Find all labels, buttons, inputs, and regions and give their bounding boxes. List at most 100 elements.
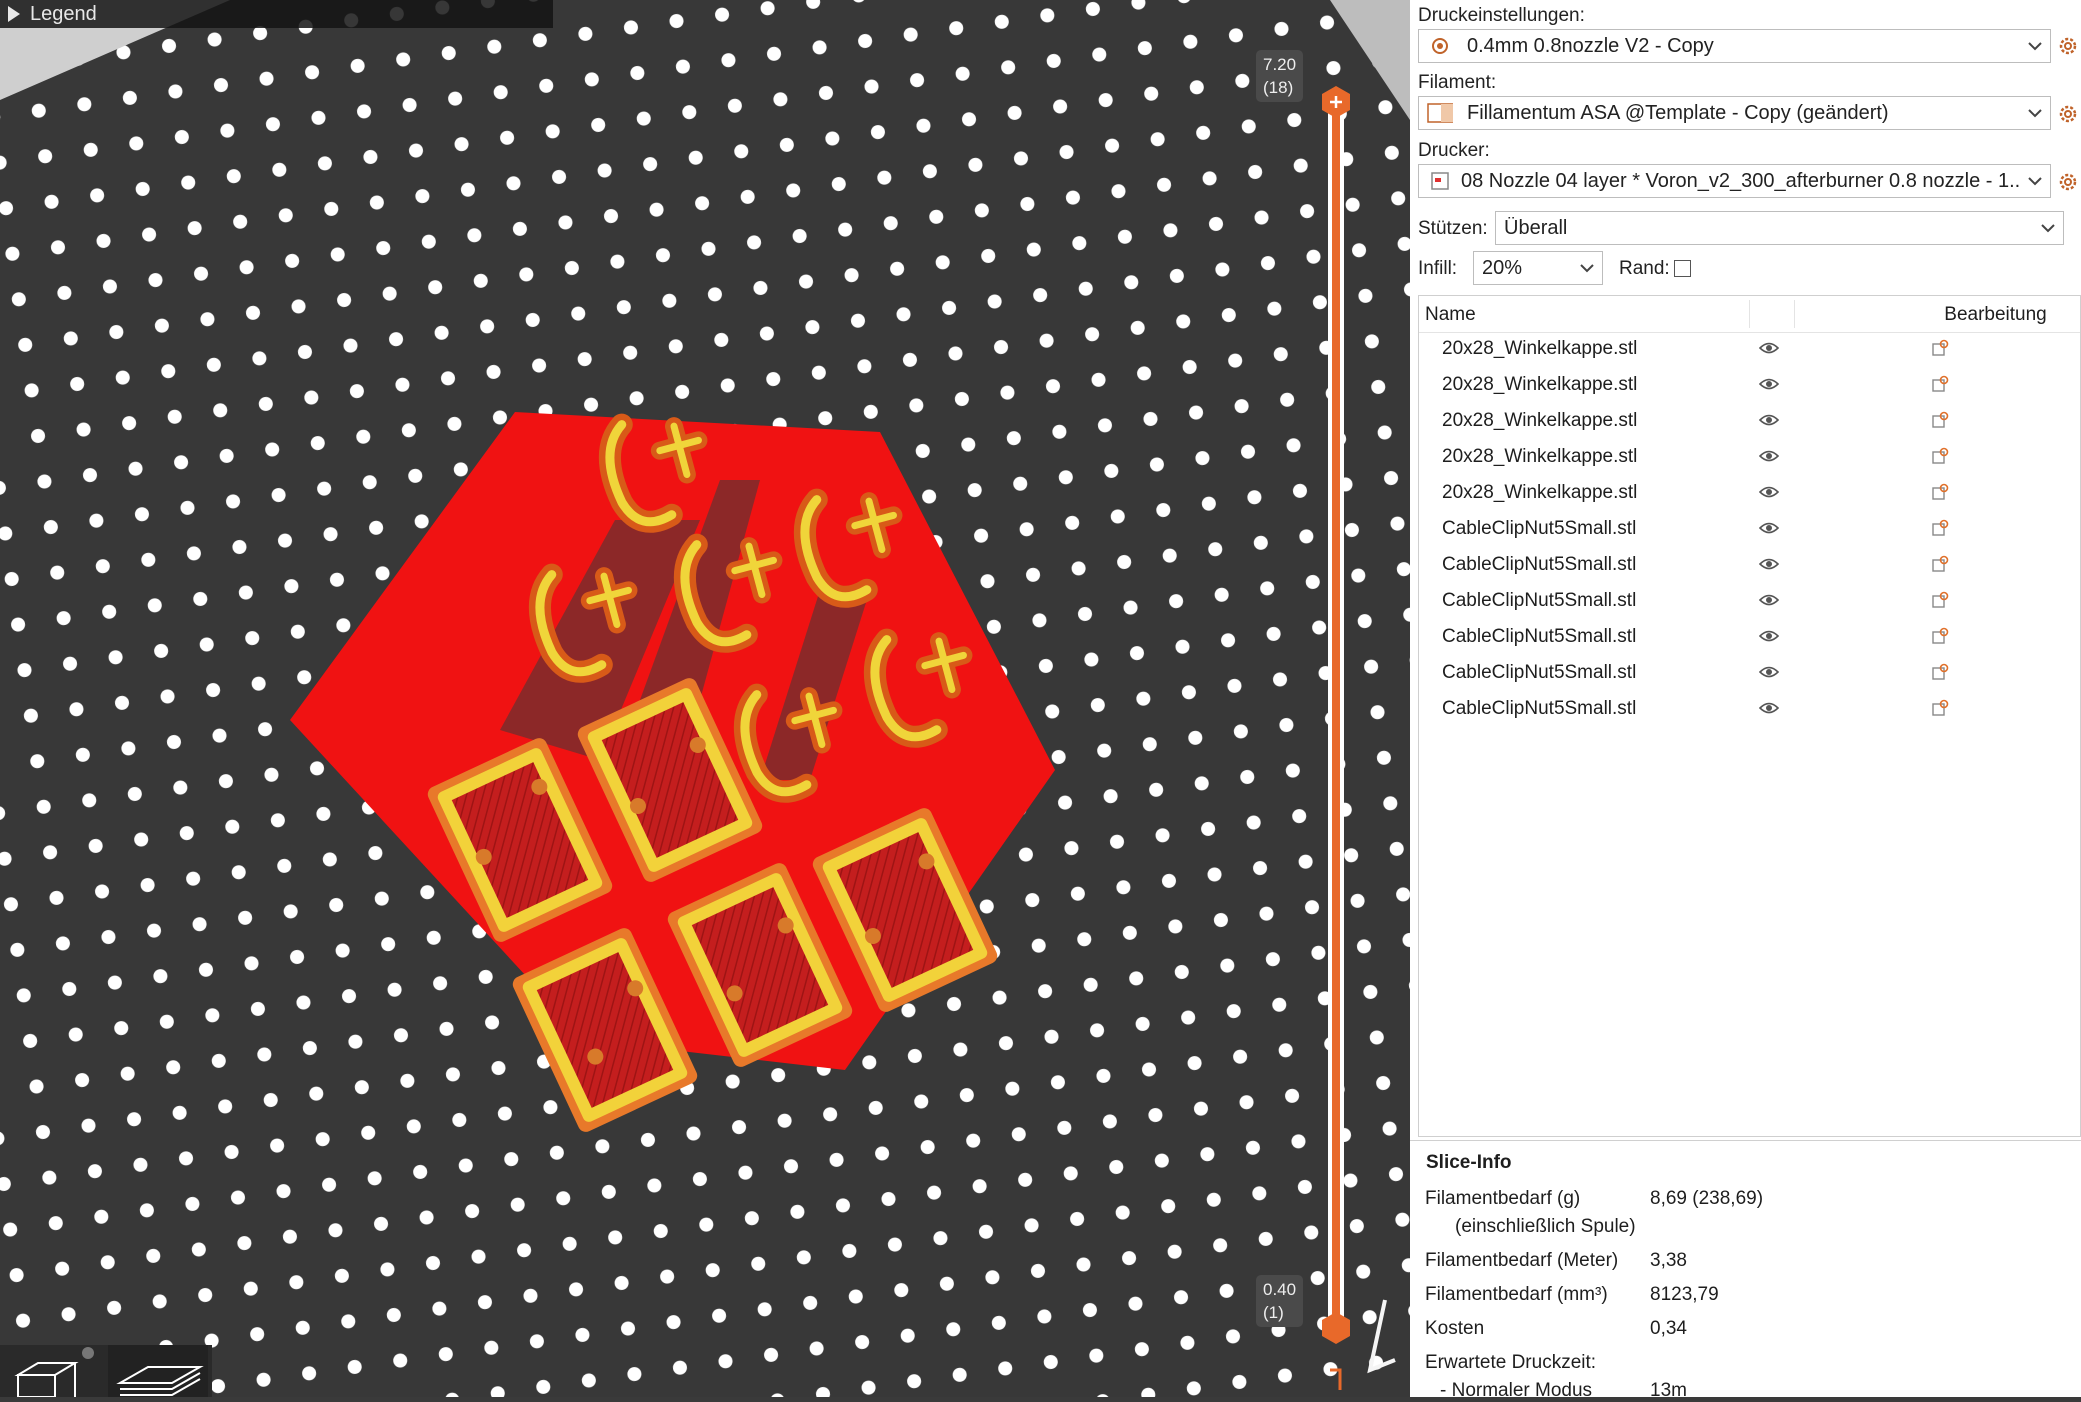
printer-combo[interactable]: 08 Nozzle 04 layer * Voron_v2_300_afterb… <box>1418 164 2051 198</box>
edit-settings-icon[interactable] <box>1931 627 1949 645</box>
chevron-down-icon <box>2020 41 2050 51</box>
object-name: CableClipNut5Small.stl <box>1442 590 1637 611</box>
print-settings-icon <box>1427 35 1453 57</box>
normal-mode-label: - Normaler Modus <box>1440 1380 1593 1401</box>
edit-settings-icon[interactable] <box>1931 591 1949 609</box>
eye-icon[interactable] <box>1759 413 1779 427</box>
list-item[interactable]: CableClipNut5Small.stl <box>1419 548 2080 584</box>
list-item[interactable]: CableClipNut5Small.stl <box>1419 692 2080 728</box>
eye-icon[interactable] <box>1759 377 1779 391</box>
edit-settings-icon[interactable] <box>1931 447 1949 465</box>
filament-combo[interactable]: Fillamentum ASA @Template - Copy (geände… <box>1418 96 2051 130</box>
object-name: 20x28_Winkelkappe.stl <box>1442 482 1638 503</box>
list-item[interactable]: CableClipNut5Small.stl <box>1419 584 2080 620</box>
eye-icon[interactable] <box>1759 593 1779 607</box>
list-item[interactable]: 20x28_Winkelkappe.stl <box>1419 332 2080 368</box>
edit-settings-icon[interactable] <box>1931 663 1949 681</box>
view-toolbar <box>0 1345 212 1397</box>
cost-label: Kosten <box>1425 1318 1485 1339</box>
edit-settings-icon[interactable] <box>1931 483 1949 501</box>
list-item[interactable]: 20x28_Winkelkappe.stl <box>1419 368 2080 404</box>
printer-label: Drucker: <box>1418 140 1490 161</box>
filament-g-value: 8,69 (238,69) <box>1650 1188 1764 1209</box>
supports-value: Überall <box>1504 216 1568 239</box>
settings-panel: Druckeinstellungen: 0.4mm 0.8nozzle V2 -… <box>1410 0 2081 1401</box>
object-name: 20x28_Winkelkappe.stl <box>1442 410 1638 431</box>
list-item[interactable]: 20x28_Winkelkappe.stl <box>1419 440 2080 476</box>
gear-icon[interactable] <box>2058 172 2078 192</box>
cost-value: 0,34 <box>1650 1318 1687 1339</box>
brim-checkbox[interactable] <box>1674 260 1691 277</box>
object-name: 20x28_Winkelkappe.stl <box>1442 338 1638 359</box>
bottom-layer-number: (1) <box>1263 1303 1284 1322</box>
filament-value: Fillamentum ASA @Template - Copy (geände… <box>1467 101 1889 124</box>
object-name: 20x28_Winkelkappe.stl <box>1442 374 1638 395</box>
brim-label: Rand: <box>1619 258 1670 279</box>
object-list-header: Name Bearbeitung <box>1419 296 2080 333</box>
eye-icon[interactable] <box>1759 665 1779 679</box>
filament-g-sublabel: (einschließlich Spule) <box>1455 1216 1636 1237</box>
edit-settings-icon[interactable] <box>1931 339 1949 357</box>
list-item[interactable]: 20x28_Winkelkappe.stl <box>1419 404 2080 440</box>
chevron-down-icon <box>2020 176 2050 186</box>
eye-icon[interactable] <box>1759 449 1779 463</box>
chevron-down-icon <box>2033 223 2063 233</box>
filament-mm3-value: 8123,79 <box>1650 1284 1719 1305</box>
filament-mm3-label: Filamentbedarf (mm³) <box>1425 1284 1608 1305</box>
object-name: CableClipNut5Small.stl <box>1442 662 1637 683</box>
printer-value: 08 Nozzle 04 layer * Voron_v2_300_afterb… <box>1461 169 2020 192</box>
3d-view-button[interactable] <box>0 1345 100 1397</box>
bottom-layer-readout: 0.40 (1) <box>1256 1275 1304 1327</box>
column-edit[interactable]: Bearbeitung <box>1419 304 2080 326</box>
eye-icon[interactable] <box>1759 629 1779 643</box>
object-name: CableClipNut5Small.stl <box>1442 554 1637 575</box>
eye-icon[interactable] <box>1759 701 1779 715</box>
build-plate-scene[interactable] <box>0 0 1410 1397</box>
filament-m-label: Filamentbedarf (Meter) <box>1425 1250 1619 1271</box>
printer-icon <box>1427 170 1453 192</box>
object-name: 20x28_Winkelkappe.stl <box>1442 446 1638 467</box>
list-item[interactable]: CableClipNut5Small.stl <box>1419 620 2080 656</box>
top-layer-height: 7.20 <box>1263 55 1297 74</box>
edit-settings-icon[interactable] <box>1931 555 1949 573</box>
object-name: CableClipNut5Small.stl <box>1442 518 1637 539</box>
infill-combo[interactable]: 20% <box>1473 251 1603 285</box>
object-name: CableClipNut5Small.stl <box>1442 626 1637 647</box>
edit-settings-icon[interactable] <box>1931 411 1949 429</box>
filament-label: Filament: <box>1418 72 1497 93</box>
list-item[interactable]: CableClipNut5Small.stl <box>1419 656 2080 692</box>
eye-icon[interactable] <box>1759 485 1779 499</box>
eye-icon[interactable] <box>1759 521 1779 535</box>
infill-label: Infill: <box>1418 258 1458 279</box>
expand-triangle-icon <box>8 6 20 22</box>
gear-icon[interactable] <box>2058 104 2078 124</box>
bottom-layer-height: 0.40 <box>1263 1280 1297 1299</box>
object-list: Name Bearbeitung 20x28_Winkelkappe.stl 20… <box>1418 295 2081 1137</box>
filament-g-label: Filamentbedarf (g) <box>1425 1188 1581 1209</box>
edit-settings-icon[interactable] <box>1931 375 1949 393</box>
list-item[interactable]: 20x28_Winkelkappe.stl <box>1419 476 2080 512</box>
chevron-down-icon <box>2020 108 2050 118</box>
eye-icon[interactable] <box>1759 557 1779 571</box>
top-layer-number: (18) <box>1263 78 1294 97</box>
cube-icon <box>14 1347 94 1397</box>
edit-settings-icon[interactable] <box>1931 519 1949 537</box>
supports-label: Stützen: <box>1418 218 1488 239</box>
chevron-down-icon <box>1572 263 1602 273</box>
slice-info-title: Slice-Info <box>1426 1152 1512 1173</box>
gear-icon[interactable] <box>2058 36 2078 56</box>
supports-combo[interactable]: Überall <box>1495 211 2064 245</box>
legend-label: Legend <box>30 2 97 25</box>
top-layer-readout: 7.20 (18) <box>1256 50 1304 102</box>
preview-button[interactable] <box>108 1345 208 1397</box>
filament-m-value: 3,38 <box>1650 1250 1687 1271</box>
layers-icon <box>116 1366 204 1396</box>
print-settings-combo[interactable]: 0.4mm 0.8nozzle V2 - Copy <box>1418 29 2051 63</box>
eye-icon[interactable] <box>1759 341 1779 355</box>
object-name: CableClipNut5Small.stl <box>1442 698 1637 719</box>
infill-value: 20% <box>1482 256 1523 279</box>
edit-settings-icon[interactable] <box>1931 699 1949 717</box>
3d-viewport[interactable]: Legend 7.20 (18) 0.40 (1) <box>0 0 1410 1397</box>
list-item[interactable]: CableClipNut5Small.stl <box>1419 512 2080 548</box>
legend-toggle[interactable]: Legend <box>0 0 553 28</box>
